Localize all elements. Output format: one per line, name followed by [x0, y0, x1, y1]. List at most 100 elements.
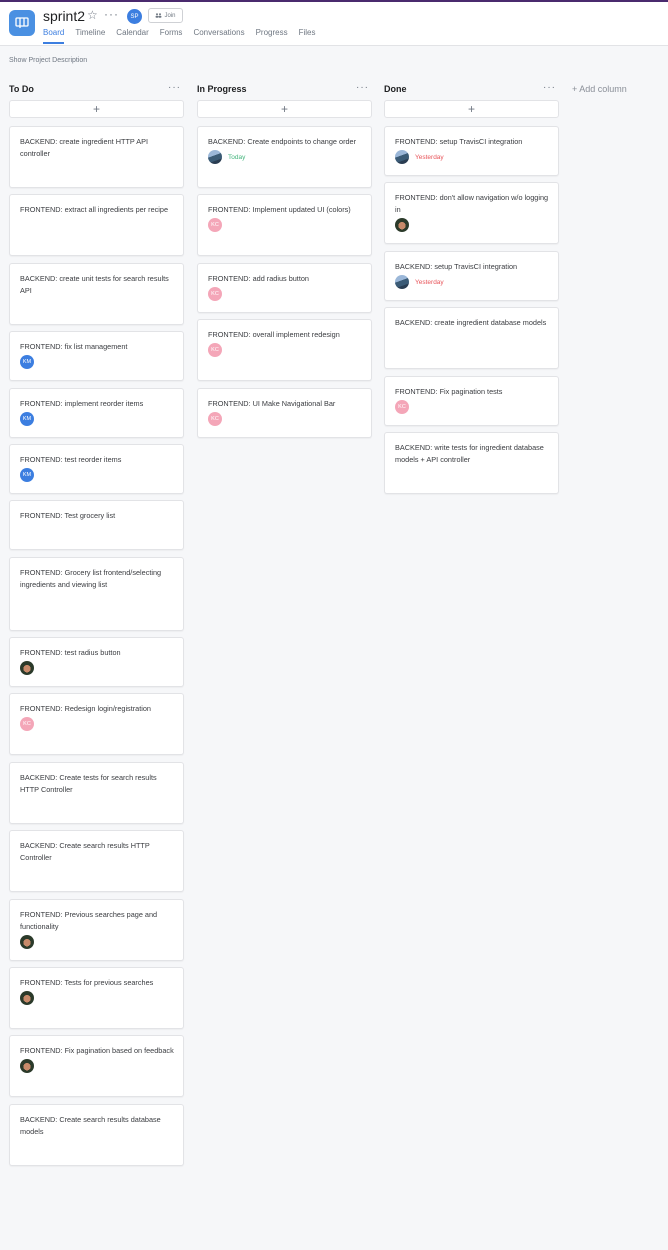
- column-menu-icon[interactable]: ···: [168, 82, 181, 93]
- task-card[interactable]: BACKEND: create ingredient database mode…: [384, 307, 559, 369]
- board-icon[interactable]: [9, 10, 35, 36]
- task-meta: KC: [208, 218, 362, 232]
- add-task-button[interactable]: +: [9, 100, 184, 118]
- tab-progress[interactable]: Progress: [256, 28, 288, 44]
- assignee-photo-avatar[interactable]: [20, 991, 34, 1005]
- task-card[interactable]: FRONTEND: UI Make Navigational Bar KC: [197, 388, 372, 438]
- assignee-photo-avatar[interactable]: [20, 1059, 34, 1073]
- task-meta: KC: [208, 287, 362, 301]
- task-meta: KC: [208, 343, 362, 357]
- member-avatar[interactable]: SP: [127, 9, 142, 24]
- column-header: To Do ···: [9, 82, 184, 98]
- task-title: FRONTEND: Test grocery list: [20, 511, 116, 520]
- task-title: FRONTEND: Previous searches page and fun…: [20, 910, 158, 931]
- task-title: FRONTEND: Redesign login/registration: [20, 704, 151, 713]
- column-title[interactable]: In Progress: [197, 84, 247, 94]
- task-meta: Today: [208, 150, 362, 164]
- assignee-avatar[interactable]: KM: [20, 355, 34, 369]
- task-card[interactable]: FRONTEND: fix list management KM: [9, 331, 184, 381]
- task-meta: Yesterday: [395, 275, 549, 289]
- column-menu-icon[interactable]: ···: [356, 82, 369, 93]
- task-card[interactable]: FRONTEND: Previous searches page and fun…: [9, 899, 184, 961]
- task-title: FRONTEND: don't allow navigation w/o log…: [395, 193, 549, 214]
- assignee-avatar[interactable]: KM: [20, 468, 34, 482]
- assignee-photo-avatar[interactable]: [20, 661, 34, 675]
- task-card[interactable]: FRONTEND: Test grocery list: [9, 500, 184, 550]
- join-label: Join: [164, 12, 176, 19]
- task-card[interactable]: BACKEND: Create search results HTTP Cont…: [9, 830, 184, 892]
- tab-board[interactable]: Board: [43, 28, 65, 44]
- task-title: FRONTEND: implement reorder items: [20, 399, 144, 408]
- task-card[interactable]: FRONTEND: don't allow navigation w/o log…: [384, 182, 559, 244]
- assignee-avatar[interactable]: KC: [208, 218, 222, 232]
- task-title: FRONTEND: extract all ingredients per re…: [20, 205, 169, 214]
- task-meta: KM: [20, 355, 174, 369]
- column-header: Done ···: [384, 82, 559, 98]
- task-card[interactable]: FRONTEND: Tests for previous searches: [9, 967, 184, 1029]
- join-button[interactable]: Join: [148, 8, 183, 23]
- task-card[interactable]: FRONTEND: Fix pagination based on feedba…: [9, 1035, 184, 1097]
- due-date: Today: [228, 153, 246, 161]
- task-card[interactable]: BACKEND: create ingredient HTTP API cont…: [9, 126, 184, 188]
- task-card[interactable]: BACKEND: Create tests for search results…: [9, 762, 184, 824]
- column-menu-icon[interactable]: ···: [543, 82, 556, 93]
- task-card[interactable]: BACKEND: setup TravisCI integration Yeste…: [384, 251, 559, 301]
- star-icon[interactable]: ☆: [87, 8, 98, 22]
- task-card[interactable]: FRONTEND: add radius button KC: [197, 263, 372, 313]
- task-meta: [20, 935, 174, 949]
- task-card[interactable]: BACKEND: write tests for ingredient data…: [384, 432, 559, 494]
- task-card[interactable]: FRONTEND: extract all ingredients per re…: [9, 194, 184, 256]
- tab-calendar[interactable]: Calendar: [116, 28, 148, 44]
- more-options-icon[interactable]: ···: [104, 7, 119, 21]
- task-card[interactable]: FRONTEND: Fix pagination tests KC: [384, 376, 559, 426]
- assignee-photo-avatar[interactable]: [208, 150, 222, 164]
- task-meta: Yesterday: [395, 150, 549, 164]
- task-card[interactable]: FRONTEND: Redesign login/registration KC: [9, 693, 184, 755]
- project-header: sprint2 ☆ ··· SP Join Board Timeline Calen…: [0, 2, 668, 46]
- task-title: FRONTEND: test reorder items: [20, 455, 122, 464]
- tab-files[interactable]: Files: [299, 28, 316, 44]
- assignee-photo-avatar[interactable]: [395, 275, 409, 289]
- show-project-description-link[interactable]: Show Project Description: [9, 57, 87, 64]
- assignee-avatar[interactable]: KC: [208, 287, 222, 301]
- assignee-avatar[interactable]: KC: [20, 717, 34, 731]
- project-title[interactable]: sprint2: [43, 8, 85, 24]
- task-title: FRONTEND: UI Make Navigational Bar: [208, 399, 336, 408]
- column-title[interactable]: Done: [384, 84, 407, 94]
- task-card[interactable]: FRONTEND: test reorder items KM: [9, 444, 184, 494]
- task-card[interactable]: BACKEND: Create search results database …: [9, 1104, 184, 1166]
- task-card[interactable]: FRONTEND: setup TravisCI integration Yest…: [384, 126, 559, 176]
- task-card[interactable]: BACKEND: Create endpoints to change orde…: [197, 126, 372, 188]
- task-card[interactable]: FRONTEND: test radius button: [9, 637, 184, 687]
- task-title: BACKEND: setup TravisCI integration: [395, 262, 518, 271]
- task-card[interactable]: FRONTEND: overall implement redesign KC: [197, 319, 372, 381]
- task-meta: KM: [20, 468, 174, 482]
- assignee-avatar[interactable]: KM: [20, 412, 34, 426]
- task-title: BACKEND: create unit tests for search re…: [20, 274, 169, 295]
- task-title: BACKEND: create ingredient HTTP API cont…: [20, 137, 149, 158]
- add-task-button[interactable]: +: [197, 100, 372, 118]
- assignee-photo-avatar[interactable]: [395, 218, 409, 232]
- add-task-button[interactable]: +: [384, 100, 559, 118]
- task-title: FRONTEND: fix list management: [20, 342, 128, 351]
- add-column-button[interactable]: + Add column: [572, 84, 627, 94]
- column-title[interactable]: To Do: [9, 84, 34, 94]
- task-meta: KC: [20, 717, 174, 731]
- assignee-photo-avatar[interactable]: [395, 150, 409, 164]
- task-title: FRONTEND: Implement updated UI (colors): [208, 205, 351, 214]
- task-card[interactable]: FRONTEND: Grocery list frontend/selectin…: [9, 557, 184, 631]
- assignee-avatar[interactable]: KC: [208, 343, 222, 357]
- due-date: Yesterday: [415, 153, 444, 161]
- tab-forms[interactable]: Forms: [160, 28, 183, 44]
- task-title: FRONTEND: Fix pagination based on feedba…: [20, 1046, 174, 1055]
- task-card[interactable]: FRONTEND: Implement updated UI (colors) K…: [197, 194, 372, 256]
- task-title: BACKEND: write tests for ingredient data…: [395, 443, 544, 464]
- tab-timeline[interactable]: Timeline: [75, 28, 105, 44]
- assignee-avatar[interactable]: KC: [208, 412, 222, 426]
- tab-conversations[interactable]: Conversations: [193, 28, 244, 44]
- assignee-photo-avatar[interactable]: [20, 935, 34, 949]
- task-card[interactable]: BACKEND: create unit tests for search re…: [9, 263, 184, 325]
- task-title: BACKEND: Create search results database …: [20, 1115, 161, 1136]
- task-card[interactable]: FRONTEND: implement reorder items KM: [9, 388, 184, 438]
- assignee-avatar[interactable]: KC: [395, 400, 409, 414]
